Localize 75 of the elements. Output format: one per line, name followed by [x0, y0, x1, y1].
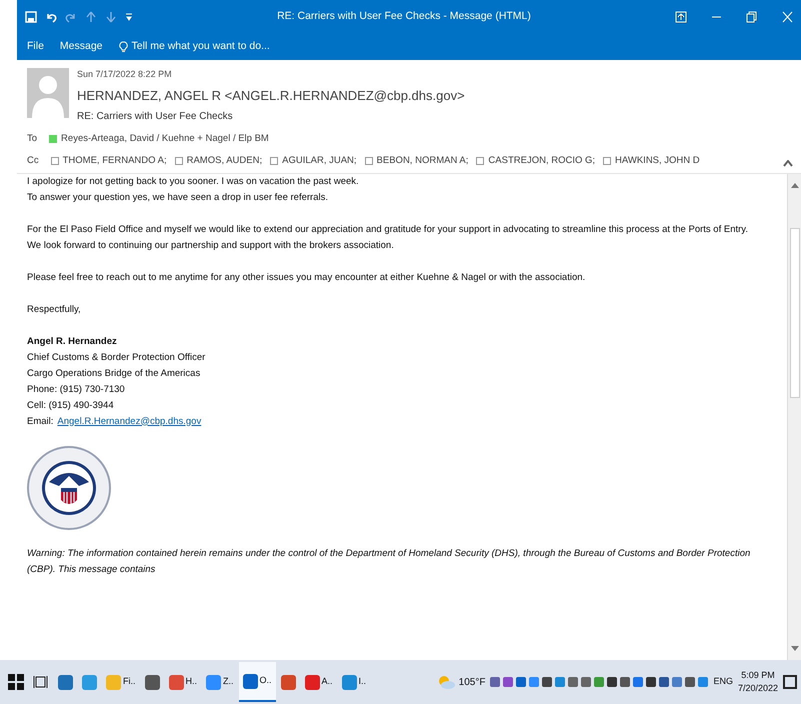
ribbon-tab[interactable]: File: [27, 38, 44, 54]
ribbon-tab[interactable]: Message: [60, 38, 103, 54]
tray-icon[interactable]: [516, 677, 526, 687]
save-icon[interactable]: [25, 10, 37, 22]
scroll-up-icon[interactable]: [790, 182, 798, 188]
tray-icon[interactable]: [607, 677, 618, 687]
app-icon: [304, 674, 320, 690]
signature-line: Phone: (915) 730-7130: [27, 382, 126, 396]
sender: HERNANDEZ, ANGEL R <ANGEL.R.HERNANDEZ@cbp.dhs.gov>: [77, 86, 465, 105]
scrollbar[interactable]: [787, 174, 801, 660]
body-text: I apologize for not getting back to you sooner. I was on vacation the past week.: [27, 174, 360, 188]
app-icon: [106, 674, 121, 690]
signature-line: Chief Customs & Border Protection Officer: [27, 350, 206, 364]
scroll-down-icon[interactable]: [790, 646, 798, 652]
tray-icon[interactable]: [503, 677, 514, 687]
taskbar-button[interactable]: A..: [300, 662, 337, 702]
tray-icon[interactable]: [490, 677, 500, 687]
taskbar-button[interactable]: H..: [164, 662, 202, 702]
app-icon: [242, 674, 258, 688]
collapse-icon[interactable]: [783, 160, 793, 166]
weather-widget[interactable]: 105°F: [436, 674, 486, 690]
app-icon: [82, 674, 97, 690]
customize-icon[interactable]: [125, 12, 133, 22]
notifications-icon[interactable]: [783, 675, 797, 689]
recipient-name[interactable]: BEBON, NORMAN A;: [376, 154, 468, 168]
taskbar-button[interactable]: I..: [338, 662, 370, 702]
app-icon: [206, 674, 222, 690]
taskbar-button[interactable]: Fi..: [102, 662, 140, 702]
taskbar-clock[interactable]: 5:09 PM 7/20/2022: [738, 668, 778, 696]
recipient-label: To: [27, 132, 38, 146]
recipient-name[interactable]: THOME, FERNANDO A;: [62, 154, 167, 168]
warning-text: Warning: The information contained herein remains under the control of the Department of Homeland Security (DHS), through the Bureau of Customs and Border Protection (CBP). This message contains: [27, 546, 752, 576]
signature-line: Cell: (915) 490-3944: [27, 398, 115, 412]
signature-name: Angel R. Hernandez: [27, 334, 118, 348]
tray-icon[interactable]: [646, 677, 656, 687]
recipient-name[interactable]: RAMOS, AUDEN;: [186, 154, 262, 168]
recipient-label: Cc: [27, 154, 39, 168]
app-icon: [58, 674, 73, 690]
tray-icon[interactable]: [581, 677, 592, 687]
recipient-name[interactable]: AGUILAR, JUAN;: [282, 154, 357, 168]
taskbar-button[interactable]: O..: [238, 662, 276, 702]
sent-date: Sun 7/17/2022 8:22 PM: [77, 68, 173, 81]
weather-icon: [436, 675, 455, 689]
task-view-icon: [33, 674, 49, 690]
recipient-name[interactable]: HAWKINS, JOHN D: [615, 154, 700, 168]
body-text: Please feel free to reach out to me anytime for any other issues you may encounter at either Kuehne & Nagel or with the association.: [27, 270, 586, 284]
tray-icon[interactable]: [685, 677, 696, 687]
lightbulb-icon: [118, 40, 128, 52]
tell-me-search[interactable]: Tell me what you want to do...: [118, 38, 270, 54]
app-icon: [280, 674, 296, 690]
app-icon: [144, 674, 160, 690]
scroll-thumb[interactable]: [790, 228, 800, 398]
app-icon: [342, 674, 357, 690]
recipient-name[interactable]: CASTREJON, ROCIO G;: [488, 154, 596, 168]
email-link[interactable]: Angel.R.Hernandez@cbp.dhs.gov: [57, 414, 202, 430]
window-title: RE: Carriers with User Fee Checks - Message (HTML): [276, 8, 532, 24]
language-indicator[interactable]: ENG: [713, 675, 733, 689]
ribbon-display-icon[interactable]: [675, 10, 687, 22]
body-text: To answer your question yes, we have seen a drop in user fee referrals.: [27, 190, 329, 204]
close-icon[interactable]: [782, 10, 793, 22]
windows-start-icon: [8, 674, 24, 690]
body-text: We look forward to continuing our partnership and support with the brokers association.: [27, 238, 395, 252]
subject: RE: Carriers with User Fee Checks: [77, 110, 234, 124]
body-text: For the El Paso Field Office and myself we would like to extend our appreciation and gratitude for your support in advocating to streamline this process at the Ports of Entry.: [27, 222, 749, 236]
tray-icon[interactable]: [620, 677, 630, 687]
tray-icon[interactable]: [568, 677, 578, 687]
app-icon: [168, 674, 184, 690]
signature-line: Email:: [27, 414, 54, 428]
body-text: Respectfully,: [27, 302, 82, 316]
taskbar-button[interactable]: Z..: [202, 662, 238, 702]
tray-icon[interactable]: [542, 677, 552, 687]
signature-line: Cargo Operations Bridge of the Americas: [27, 366, 202, 380]
tray-icon[interactable]: [659, 677, 670, 687]
restore-icon[interactable]: [746, 10, 758, 22]
recipient-name[interactable]: Reyes-Arteaga, David / Kuehne + Nagel / Elp BM: [61, 132, 269, 146]
